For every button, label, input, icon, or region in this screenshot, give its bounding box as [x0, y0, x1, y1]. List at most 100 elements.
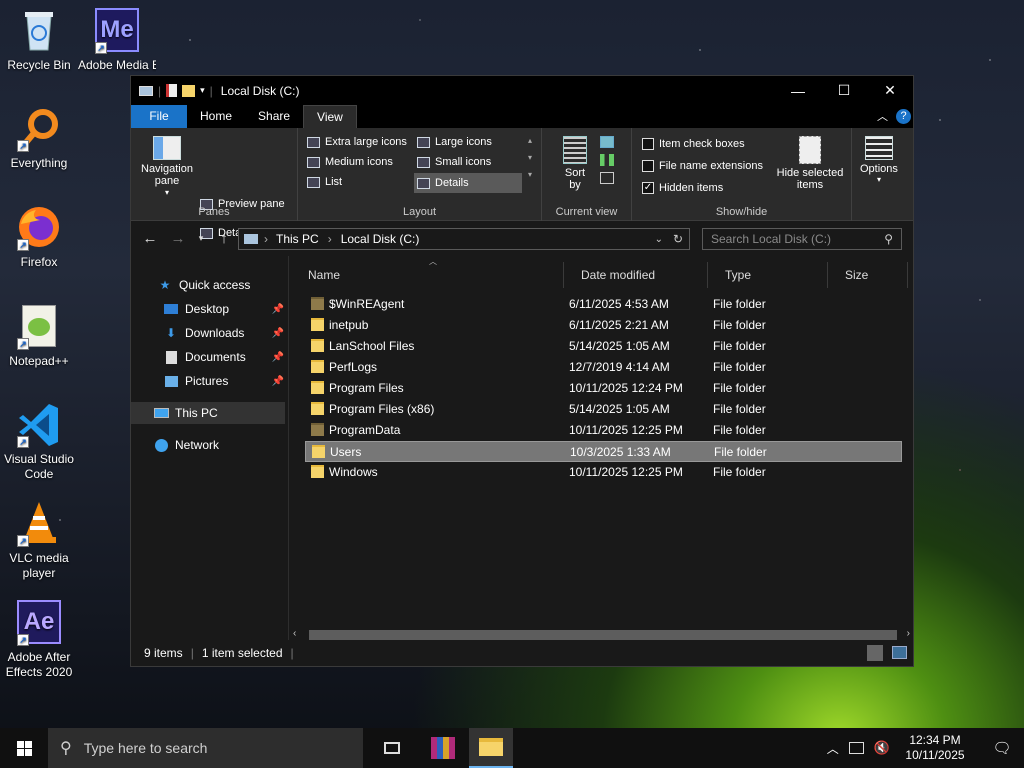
scroll-left-icon[interactable]: ‹ — [293, 628, 296, 639]
desktop-icon-after-effects[interactable]: Ae ↗ Adobe After Effects 2020 — [0, 598, 78, 680]
hide-selected-items-button[interactable]: Hide selected items — [772, 136, 848, 191]
pin-icon[interactable]: 📌 — [272, 352, 284, 363]
help-icon[interactable]: ? — [896, 108, 911, 124]
pin-icon[interactable]: 📌 — [272, 328, 284, 339]
table-row[interactable]: Program Files 10/11/2025 12:24 PM File fol… — [305, 378, 902, 399]
size-columns-icon[interactable] — [600, 172, 614, 184]
search-icon[interactable]: ⚲ — [884, 232, 893, 246]
scrollbar-thumb[interactable] — [309, 630, 897, 640]
hidden-items-toggle[interactable]: ✓ Hidden items — [642, 182, 723, 194]
group-by-icon[interactable] — [600, 136, 614, 148]
tab-home[interactable]: Home — [187, 105, 245, 128]
network-status-icon[interactable] — [848, 742, 864, 754]
network-icon — [153, 438, 169, 452]
close-button[interactable]: ✕ — [867, 76, 913, 105]
notifications-icon[interactable]: 🗨 — [980, 739, 1024, 757]
tab-view[interactable]: View — [303, 105, 357, 128]
desktop-icon-vscode[interactable]: ↗ Visual Studio Code — [0, 400, 78, 482]
nav-desktop[interactable]: Desktop 📌 — [131, 298, 288, 320]
nav-downloads[interactable]: ⬇ Downloads 📌 — [131, 322, 288, 344]
desktop-icon-recycle-bin[interactable]: Recycle Bin — [0, 6, 78, 73]
desktop-icon-everything[interactable]: ↗ Everything — [0, 104, 78, 171]
recent-locations-icon[interactable]: ▾ — [197, 233, 205, 244]
column-header-name[interactable]: Name — [291, 262, 564, 288]
nav-pictures[interactable]: Pictures 📌 — [131, 370, 288, 392]
navigation-pane-button[interactable]: Navigation pane ▾ — [139, 136, 195, 199]
table-row[interactable]: inetpub 6/11/2025 2:21 AM File folder — [305, 315, 902, 336]
table-row[interactable]: LanSchool Files 5/14/2025 1:05 AM File fol… — [305, 336, 902, 357]
checkbox[interactable] — [642, 160, 654, 172]
collapse-ribbon-icon[interactable]: ︿ — [877, 108, 888, 124]
up-icon[interactable]: ↑ — [215, 230, 233, 247]
layout-large-icons[interactable]: Large icons — [417, 136, 492, 148]
details-view-icon[interactable] — [867, 645, 883, 661]
large-icons-view-icon[interactable] — [892, 646, 907, 659]
new-folder-icon[interactable] — [182, 84, 196, 97]
item-check-boxes-toggle[interactable]: Item check boxes — [642, 138, 745, 150]
show-hidden-icons-icon[interactable]: ︿ — [827, 740, 839, 757]
breadcrumb-chevron-icon[interactable]: › — [264, 232, 268, 246]
table-row[interactable]: $WinREAgent 6/11/2025 4:53 AM File folder — [305, 294, 902, 315]
file-name: Windows — [329, 465, 378, 479]
desktop-icon-notepadpp[interactable]: ↗ Notepad++ — [0, 302, 78, 369]
table-row[interactable]: Users 10/3/2025 1:33 AM File folder — [305, 441, 902, 462]
task-view-button[interactable] — [372, 728, 412, 768]
back-icon[interactable]: ← — [141, 230, 159, 247]
layout-medium-icons[interactable]: Medium icons — [307, 156, 393, 168]
checkbox[interactable] — [642, 138, 654, 150]
sort-by-button[interactable]: Sort by — [560, 136, 590, 191]
file-type: File folder — [713, 360, 766, 374]
breadcrumb-chevron-icon[interactable]: › — [328, 232, 332, 246]
volume-muted-icon[interactable]: 🔇 — [874, 740, 890, 756]
expand-icon: ▾ — [528, 170, 533, 179]
taskbar-winrar[interactable] — [421, 728, 465, 768]
table-row[interactable]: ProgramData 10/11/2025 12:25 PM File folde… — [305, 420, 902, 441]
layout-small-icons[interactable]: Small icons — [417, 156, 491, 168]
properties-icon[interactable] — [166, 84, 178, 97]
table-row[interactable]: PerfLogs 12/7/2019 4:14 AM File folder — [305, 357, 902, 378]
pin-icon[interactable]: 📌 — [272, 376, 284, 387]
file-name: LanSchool Files — [329, 339, 415, 353]
address-dropdown-icon[interactable]: ⌄ — [655, 234, 663, 245]
table-row[interactable]: Program Files (x86) 5/14/2025 1:05 AM File… — [305, 399, 902, 420]
table-row[interactable]: Windows 10/11/2025 12:25 PM File folder — [305, 462, 902, 483]
taskbar-search[interactable]: ⚲ Type here to search — [48, 728, 363, 768]
title-bar[interactable]: | ▾ | Local Disk (C:) — ☐ ✕ — [131, 76, 913, 105]
desktop-icon-vlc[interactable]: ↗ VLC media player — [0, 499, 78, 581]
nav-this-pc[interactable]: This PC — [131, 402, 285, 424]
layout-list[interactable]: List — [307, 176, 342, 188]
tab-file[interactable]: File — [131, 105, 187, 128]
nav-quick-access[interactable]: ★ Quick access — [131, 274, 288, 296]
search-box[interactable]: Search Local Disk (C:) ⚲ — [702, 228, 902, 250]
forward-icon[interactable]: → — [169, 230, 187, 247]
add-columns-icon[interactable] — [600, 154, 614, 166]
pin-icon[interactable]: 📌 — [272, 304, 284, 315]
layout-details[interactable]: Details — [414, 173, 522, 193]
nav-documents[interactable]: Documents 📌 — [131, 346, 288, 368]
breadcrumb-this-pc[interactable]: This PC — [276, 232, 319, 246]
scroll-right-icon[interactable]: › — [907, 628, 910, 639]
refresh-icon[interactable]: ↻ — [673, 232, 683, 246]
tab-share[interactable]: Share — [245, 105, 303, 128]
nav-network[interactable]: Network — [131, 434, 288, 456]
options-button[interactable]: Options ▾ — [860, 136, 898, 184]
layout-extra-large-icons[interactable]: Extra large icons — [307, 136, 412, 148]
search-icon: ⚲ — [60, 740, 72, 757]
checkbox-checked[interactable]: ✓ — [642, 182, 654, 194]
file-name-extensions-toggle[interactable]: File name extensions — [642, 160, 763, 172]
start-button[interactable] — [0, 728, 48, 768]
column-header-size[interactable]: Size — [828, 262, 908, 288]
column-header-type[interactable]: Type — [708, 262, 828, 288]
address-bar[interactable]: › This PC › Local Disk (C:) ⌄ ↻ — [238, 228, 690, 250]
column-header-date-modified[interactable]: Date modified — [564, 262, 708, 288]
desktop-icon-firefox[interactable]: ↗ Firefox — [0, 203, 78, 270]
options-label: Options — [860, 163, 898, 175]
customize-qat-icon[interactable]: ▾ — [200, 85, 205, 96]
maximize-button[interactable]: ☐ — [821, 76, 867, 105]
minimize-button[interactable]: — — [775, 76, 821, 105]
layout-scroll[interactable]: ▴ ▾ ▾ — [528, 136, 532, 179]
breadcrumb-local-disk[interactable]: Local Disk (C:) — [341, 232, 420, 246]
folder-icon — [311, 423, 324, 436]
taskbar-file-explorer[interactable] — [469, 728, 513, 768]
clock[interactable]: 12:34 PM 10/11/2025 — [900, 733, 970, 763]
